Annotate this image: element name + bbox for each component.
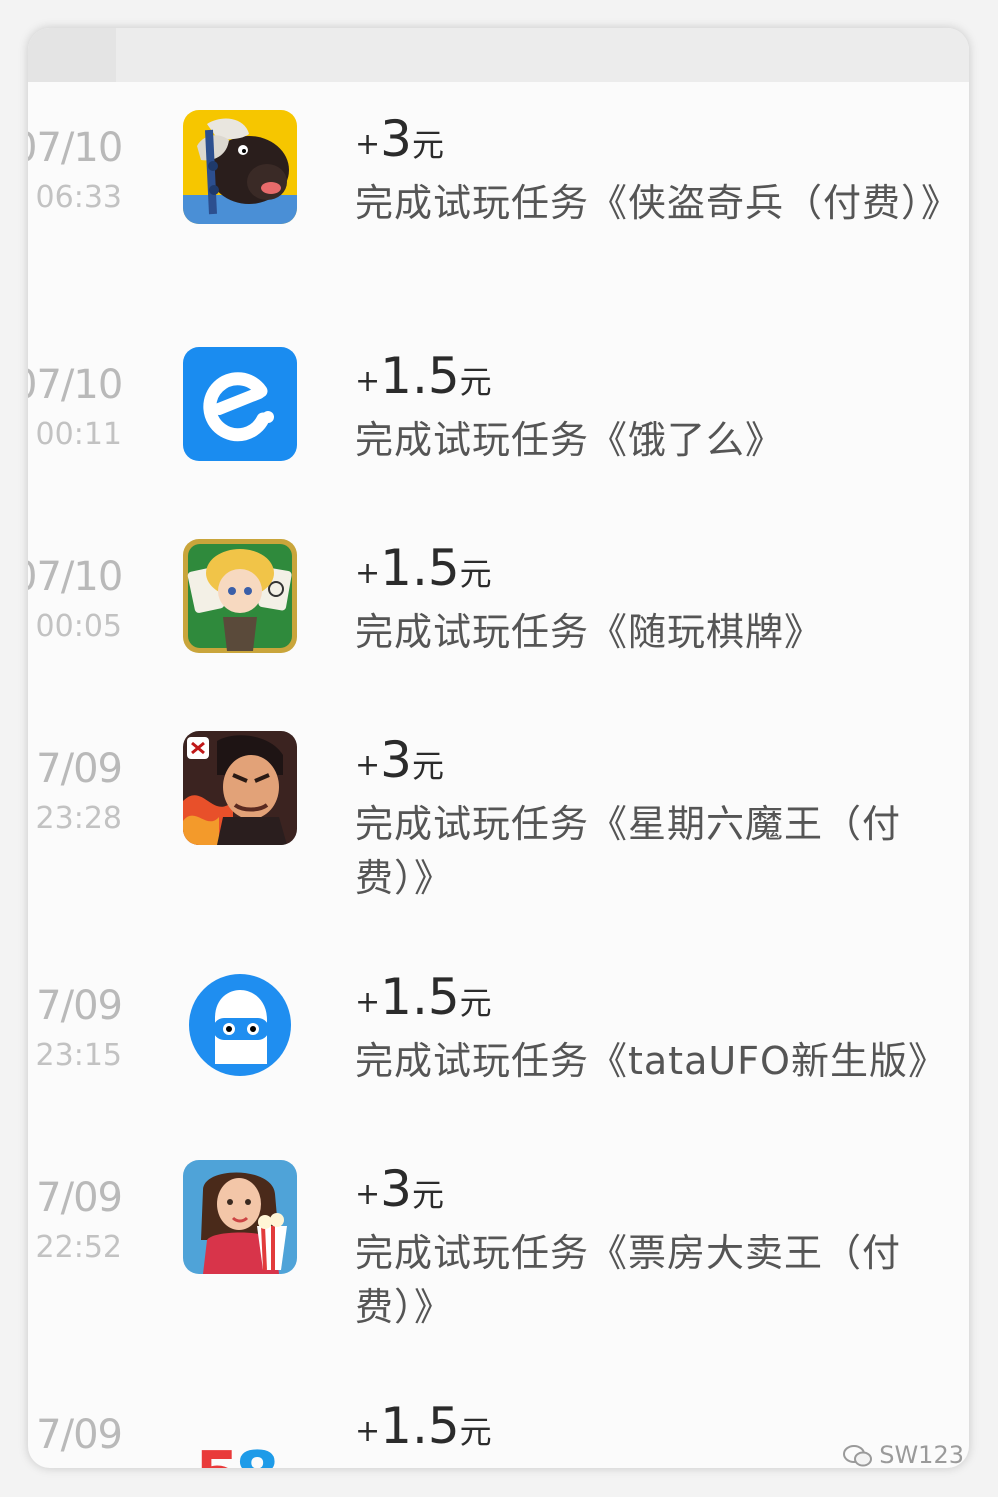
record-time: 23:15: [35, 1038, 122, 1073]
currency-unit: 元: [411, 126, 444, 164]
amount-value: 3: [380, 731, 412, 789]
reward-amount: +3元: [355, 731, 444, 789]
currency-unit: 元: [459, 1413, 492, 1451]
record-time: 00:05: [35, 609, 122, 644]
record-date: 07/10: [28, 362, 123, 408]
amount-value: 3: [380, 1160, 412, 1218]
popcorn-girl-game-icon: [183, 1160, 297, 1274]
plus-sign: +: [355, 985, 381, 1020]
svg-text:8: 8: [235, 1439, 280, 1468]
task-description: 完成试玩任务《星期六魔王（付费）》: [355, 802, 902, 900]
plus-sign: +: [355, 1177, 381, 1212]
record-date: 7/09: [36, 983, 123, 1029]
task-description: 完成试玩任务《tataUFO新生版》: [355, 1039, 947, 1083]
plus-sign: +: [355, 748, 381, 783]
plus-sign: +: [355, 364, 381, 399]
currency-unit: 元: [411, 1176, 444, 1214]
currency-unit: 元: [459, 363, 492, 401]
amount-value: 1.5: [380, 1397, 460, 1455]
task-description: 完成试玩任务《侠盗奇兵（付费）》: [355, 181, 961, 225]
watermark-text: SW123: [879, 1441, 964, 1469]
record-date: 07/10: [28, 125, 123, 171]
currency-unit: 元: [459, 984, 492, 1022]
eleme-app-icon: [183, 347, 297, 461]
record-time: 22:52: [35, 1230, 122, 1265]
amount-value: 3: [380, 110, 412, 168]
reward-amount: +3元: [355, 1160, 444, 1218]
wechat-icon: [843, 1445, 873, 1467]
amount-value: 1.5: [380, 539, 460, 597]
plus-sign: +: [355, 127, 381, 162]
record-time: 00:11: [35, 417, 122, 452]
reward-amount: +1.5元: [355, 539, 492, 597]
horse-game-icon: [183, 110, 297, 224]
header-tab: [28, 28, 116, 82]
reward-amount: +1.5元: [355, 968, 492, 1026]
warlord-game-icon: [183, 731, 297, 845]
currency-unit: 元: [411, 747, 444, 785]
record-time: 06:33: [35, 180, 122, 215]
record-date: 7/09: [36, 1175, 123, 1221]
58-app-icon: 5 8: [183, 1411, 297, 1468]
amount-value: 1.5: [380, 347, 460, 405]
currency-unit: 元: [459, 555, 492, 593]
list-header: [28, 28, 969, 82]
record-date: 7/09: [36, 746, 123, 792]
record-date: 7/09: [36, 1412, 123, 1458]
task-description: 完成试玩任务《随玩棋牌》: [355, 610, 824, 654]
reward-amount: +1.5元: [355, 1397, 492, 1455]
record-time: 23:28: [35, 801, 122, 836]
card-game-girl-icon: [183, 539, 297, 653]
plus-sign: +: [355, 556, 381, 591]
watermark: SW123: [843, 1441, 964, 1469]
tataufo-app-icon: [183, 968, 297, 1082]
amount-value: 1.5: [380, 968, 460, 1026]
task-description: 完成试玩任务《饿了么》: [355, 418, 785, 462]
plus-sign: +: [355, 1414, 381, 1449]
svg-text:5: 5: [195, 1439, 240, 1468]
task-record-list: 07/10 06:33 +3元 完成试玩任务《侠盗奇兵（付费）》 07/10 0…: [28, 28, 969, 1468]
reward-amount: +3元: [355, 110, 444, 168]
task-description: 完成试玩任务《票房大卖王（付费）》: [355, 1231, 902, 1329]
record-date: 07/10: [28, 554, 123, 600]
reward-amount: +1.5元: [355, 347, 492, 405]
